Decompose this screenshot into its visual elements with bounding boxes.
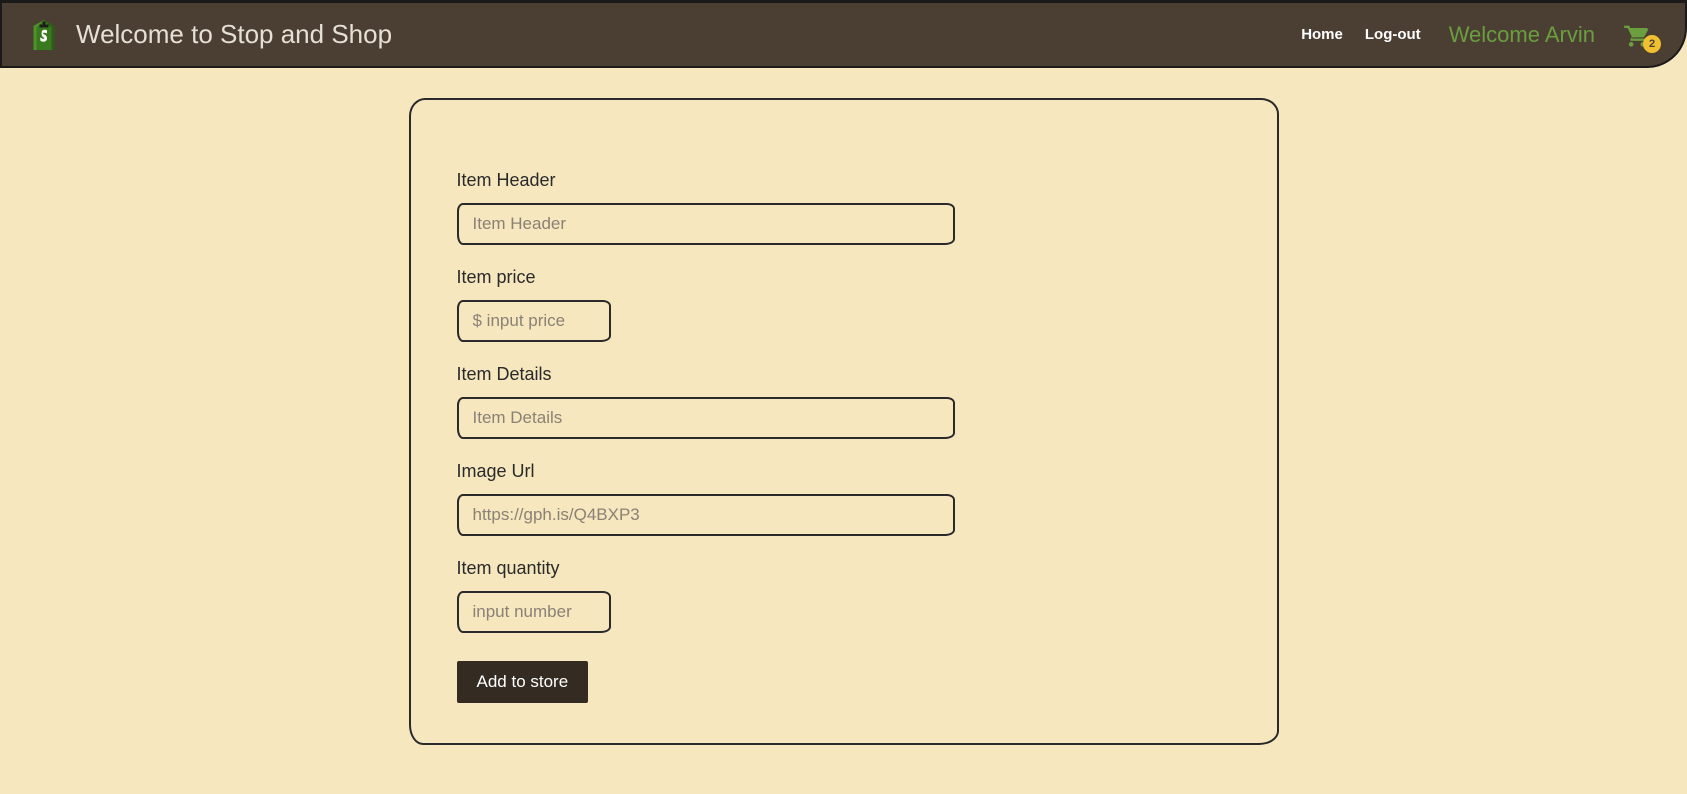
form-group-image-url: Image Url <box>457 461 1231 536</box>
add-item-form-card: Item Header Item price Item Details Imag… <box>409 98 1279 745</box>
form-group-item-header: Item Header <box>457 170 1231 245</box>
brand[interactable]: Welcome to Stop and Shop <box>26 17 392 53</box>
shop-logo-icon <box>26 17 62 53</box>
nav-right: Home Log-out Welcome Arvin 2 <box>1301 21 1661 49</box>
nav-logout[interactable]: Log-out <box>1365 26 1421 43</box>
main: Item Header Item price Item Details Imag… <box>0 68 1687 775</box>
form-group-item-details: Item Details <box>457 364 1231 439</box>
item-header-label: Item Header <box>457 170 1231 191</box>
image-url-label: Image Url <box>457 461 1231 482</box>
nav-home[interactable]: Home <box>1301 26 1343 43</box>
item-details-label: Item Details <box>457 364 1231 385</box>
form-group-item-price: Item price <box>457 267 1231 342</box>
cart-badge: 2 <box>1643 35 1661 53</box>
item-quantity-input[interactable] <box>457 591 611 633</box>
item-price-label: Item price <box>457 267 1231 288</box>
form-group-item-quantity: Item quantity <box>457 558 1231 633</box>
brand-title: Welcome to Stop and Shop <box>76 19 392 50</box>
cart-button[interactable]: 2 <box>1623 21 1651 49</box>
navbar: Welcome to Stop and Shop Home Log-out We… <box>0 0 1687 68</box>
item-price-input[interactable] <box>457 300 611 342</box>
item-quantity-label: Item quantity <box>457 558 1231 579</box>
image-url-input[interactable] <box>457 494 955 536</box>
welcome-user: Welcome Arvin <box>1449 22 1595 48</box>
item-header-input[interactable] <box>457 203 955 245</box>
add-to-store-button[interactable]: Add to store <box>457 661 589 703</box>
item-details-input[interactable] <box>457 397 955 439</box>
